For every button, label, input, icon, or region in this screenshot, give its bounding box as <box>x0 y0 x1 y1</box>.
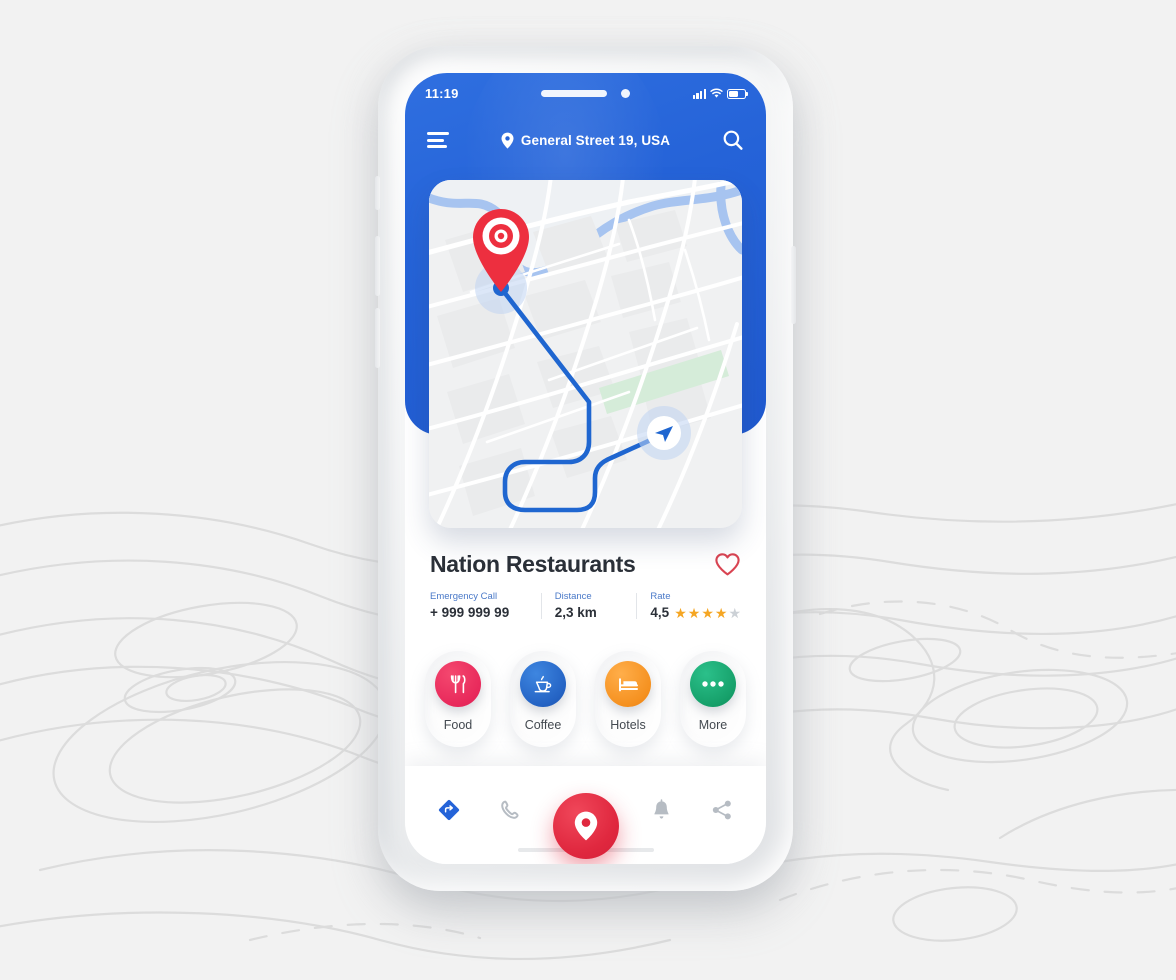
bottom-navigation-bar <box>405 766 766 864</box>
stat-label: Distance <box>554 591 592 602</box>
category-label: Coffee <box>524 718 562 732</box>
wifi-icon <box>710 88 723 98</box>
map-canvas[interactable] <box>429 180 742 528</box>
stat-label: Emergency Call <box>430 591 498 602</box>
map-card[interactable] <box>429 180 742 528</box>
stat-value: + 999 999 99 <box>430 605 510 620</box>
app-bar: General Street 19, USA <box>405 113 766 167</box>
star-rating: ★ ★ ★ ★ ★ <box>674 606 741 620</box>
hamburger-menu-icon[interactable] <box>427 131 449 149</box>
navigation-diamond-icon <box>439 799 460 821</box>
category-label: Hotels <box>610 718 646 732</box>
category-label: Food <box>443 718 473 732</box>
phone-volume-up-button[interactable] <box>375 236 380 296</box>
category-icon-circle <box>690 661 736 707</box>
star-filled-icon: ★ <box>701 604 714 621</box>
star-filled-icon: ★ <box>714 604 728 621</box>
phone-screen: 11:19 General Street 19, USA Nation Rest… <box>405 73 766 864</box>
front-camera <box>621 88 630 98</box>
earpiece-speaker <box>541 89 607 97</box>
place-info-block: Nation Restaurants Emergency Call + 999 … <box>405 551 766 620</box>
fork-knife-icon <box>450 675 466 694</box>
star-empty-icon: ★ <box>728 604 741 621</box>
search-icon[interactable] <box>722 129 744 151</box>
ellipsis-icon <box>702 681 724 687</box>
nav-call-button[interactable] <box>488 788 532 832</box>
address-text: General Street 19, USA <box>520 132 671 148</box>
status-time: 11:19 <box>425 85 459 101</box>
share-icon <box>712 800 731 820</box>
stat-distance: Distance 2,3 km <box>540 591 637 620</box>
phone-power-button[interactable] <box>791 246 796 324</box>
notch-area <box>481 88 690 98</box>
category-icon-circle <box>605 661 651 707</box>
stat-rate: Rate 4,5 ★ ★ ★ ★ ★ <box>636 591 741 620</box>
signal-bars-icon <box>692 88 706 99</box>
phone-body: 11:19 General Street 19, USA Nation Rest… <box>375 46 796 891</box>
star-filled-icon: ★ <box>687 604 701 621</box>
heart-outline-icon[interactable] <box>714 552 741 577</box>
category-icon-circle <box>435 661 481 707</box>
nav-alerts-button[interactable] <box>639 788 683 832</box>
status-bar: 11:19 <box>405 73 766 113</box>
phone-mockup: 11:19 General Street 19, USA Nation Rest… <box>375 46 798 898</box>
map-pin-icon <box>574 811 597 841</box>
page-title: Nation Restaurants <box>430 551 636 577</box>
navigation-arrow-icon[interactable] <box>637 406 691 460</box>
rating-value: 4,5 <box>650 605 670 620</box>
category-icon-circle <box>520 661 566 707</box>
phone-mute-switch[interactable] <box>375 176 380 210</box>
stat-label: Rate <box>650 591 671 602</box>
stat-emergency-call: Emergency Call + 999 999 99 <box>430 591 541 620</box>
nav-share-button[interactable] <box>700 788 744 832</box>
bottom-nav-items <box>405 788 766 859</box>
battery-icon <box>727 88 749 99</box>
bed-icon <box>618 677 638 691</box>
nav-directions-button[interactable] <box>427 788 471 832</box>
category-row: Food Coffee Hotels More <box>405 651 766 747</box>
location-pin-icon <box>501 132 514 149</box>
battery-fill <box>729 90 739 97</box>
stat-value: 2,3 km <box>554 605 597 620</box>
coffee-cup-icon <box>534 675 552 693</box>
category-coffee[interactable]: Coffee <box>510 651 576 747</box>
category-label: More <box>698 718 728 732</box>
status-icons <box>690 88 749 99</box>
category-more[interactable]: More <box>680 651 746 747</box>
phone-icon <box>501 800 519 819</box>
address-display[interactable]: General Street 19, USA <box>449 132 722 149</box>
category-food[interactable]: Food <box>425 651 491 747</box>
place-stats-row: Emergency Call + 999 999 99 Distance 2,3… <box>430 591 741 620</box>
nav-locate-button[interactable] <box>552 793 619 859</box>
bell-icon <box>653 799 669 819</box>
place-title-row: Nation Restaurants <box>430 551 741 578</box>
phone-volume-down-button[interactable] <box>375 308 380 368</box>
star-filled-icon: ★ <box>674 604 687 621</box>
rating-line: 4,5 ★ ★ ★ ★ ★ <box>650 605 741 620</box>
category-hotels[interactable]: Hotels <box>595 651 661 747</box>
